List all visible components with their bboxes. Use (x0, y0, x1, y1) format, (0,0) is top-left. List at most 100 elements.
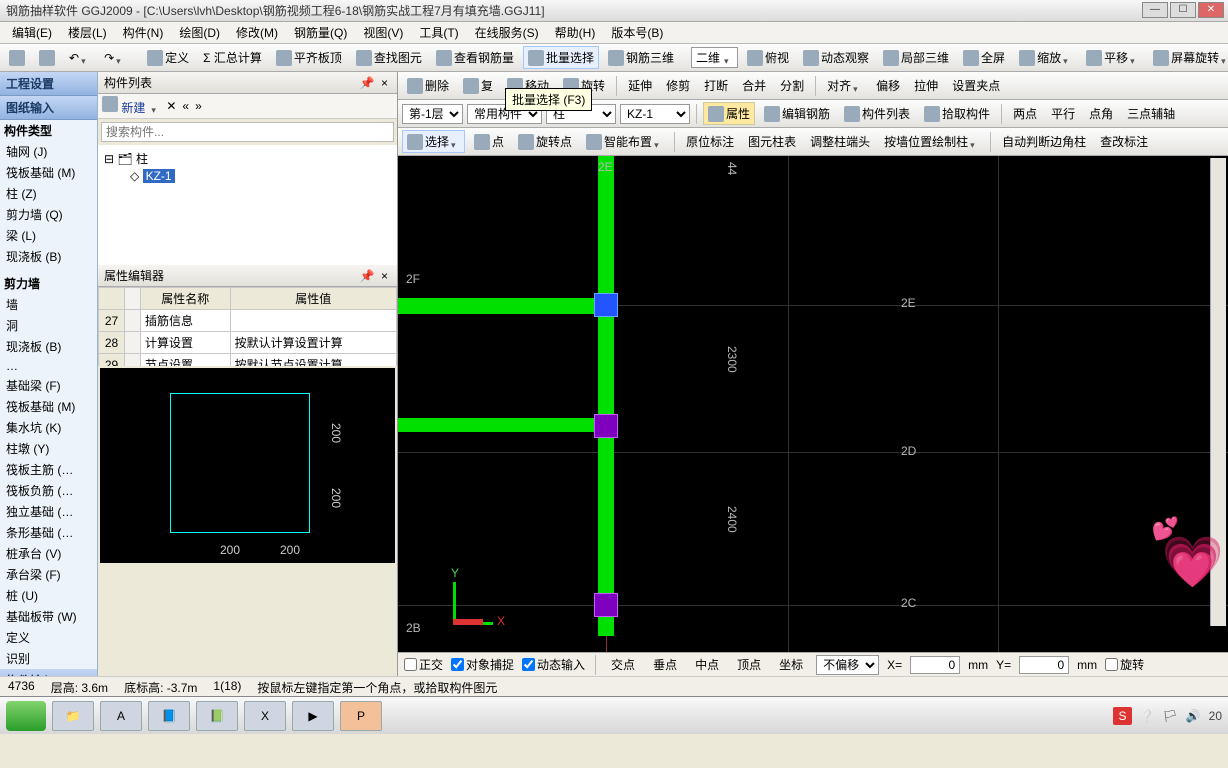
save-button[interactable] (34, 47, 60, 69)
menu-tools[interactable]: 工具(T) (411, 22, 466, 43)
nav-item[interactable]: … (0, 357, 97, 375)
menu-rebar[interactable]: 钢筋量(Q) (286, 22, 355, 43)
close-button[interactable]: ✕ (1198, 2, 1224, 18)
column-purple[interactable] (594, 593, 618, 617)
menu-version[interactable]: 版本号(B) (603, 22, 671, 43)
rebar-3d-button[interactable]: 钢筋三维 (603, 46, 679, 69)
prop-val[interactable]: 按默认计算设置计算 (230, 332, 396, 354)
nav-item[interactable]: 轴网 (J) (0, 141, 97, 162)
nav-item[interactable]: 洞 (0, 315, 97, 336)
nav-item[interactable]: 集水坑 (K) (0, 417, 97, 438)
col-end-button[interactable]: 调整柱端头 (805, 130, 875, 153)
menu-draw[interactable]: 绘图(D) (171, 22, 228, 43)
find-elem-button[interactable]: 查找图元 (351, 46, 427, 69)
nav-item[interactable]: 筏板基础 (M) (0, 396, 97, 417)
nav-item[interactable]: 墙 (0, 294, 97, 315)
menu-edit[interactable]: 编辑(E) (4, 22, 60, 43)
nav-item[interactable]: 柱 (Z) (0, 183, 97, 204)
auto-corner-button[interactable]: 自动判断边角柱 (997, 130, 1091, 153)
local-3d-button[interactable]: 局部三维 (878, 46, 954, 69)
delete-button[interactable]: 删除 (402, 74, 454, 97)
nav-item[interactable]: 定义 (0, 627, 97, 648)
menu-online[interactable]: 在线服务(S) (467, 22, 547, 43)
tray-ime-icon[interactable]: S (1113, 707, 1131, 725)
nav-item[interactable]: 柱墩 (Y) (0, 438, 97, 459)
nav-item[interactable]: 承台梁 (F) (0, 564, 97, 585)
task-explorer[interactable]: 📁 (52, 701, 94, 731)
nav-item[interactable]: 条形基础 (… (0, 522, 97, 543)
snap-coord[interactable]: 坐标 (774, 653, 808, 676)
component-tree[interactable]: ⊟ 🗂 柱 ◇ KZ-1 (98, 145, 397, 265)
dyninput-toggle[interactable]: 动态输入 (522, 656, 585, 673)
flat-top-button[interactable]: 平齐板顶 (271, 46, 347, 69)
nav-item[interactable]: 筏板负筋 (… (0, 480, 97, 501)
nav-item[interactable]: 现浇板 (B) (0, 336, 97, 357)
drawing-canvas[interactable]: 2E 2F 2E 2D 2C 2B 44 2300 2400 X Y (398, 156, 1228, 652)
dynamic-view-button[interactable]: 动态观察 (798, 46, 874, 69)
tray-flag-icon[interactable]: 🏳 (1162, 709, 1177, 723)
pan-button[interactable]: 平移 (1081, 46, 1144, 69)
pin-icon[interactable]: 📌 (360, 269, 375, 283)
menu-help[interactable]: 帮助(H) (547, 22, 604, 43)
nav-item[interactable]: 现浇板 (B) (0, 246, 97, 267)
task-excel[interactable]: X (244, 701, 286, 731)
column-purple[interactable] (594, 414, 618, 438)
task-app3[interactable]: 📗 (196, 701, 238, 731)
prop-name[interactable]: 节点设置 (141, 354, 231, 367)
close-panel-button[interactable]: × (378, 269, 391, 283)
fullscreen-button[interactable]: 全屏 (958, 46, 1010, 69)
tree-root[interactable]: 柱 (136, 152, 148, 166)
nav-item[interactable]: 桩 (U) (0, 585, 97, 606)
nav-item[interactable]: 基础梁 (F) (0, 375, 97, 396)
define-button[interactable]: 定义 (142, 46, 194, 69)
task-app2[interactable]: 📘 (148, 701, 190, 731)
split-button[interactable]: 分割 (775, 74, 809, 97)
column-blue[interactable] (594, 293, 618, 317)
rotate-toggle[interactable]: 旋转 (1105, 656, 1144, 673)
menu-floor[interactable]: 楼层(L) (60, 22, 115, 43)
name-combo[interactable]: KZ-1 (620, 104, 690, 124)
extend-button[interactable]: 延伸 (623, 74, 657, 97)
search-input[interactable] (101, 122, 394, 142)
batch-select-button[interactable]: 批量选择 (523, 46, 599, 69)
nav-item[interactable]: 剪力墙 (Q) (0, 204, 97, 225)
minimize-button[interactable]: — (1142, 2, 1168, 18)
prop-val[interactable]: 按默认节点设置计算 (230, 354, 396, 367)
tree-selected-item[interactable]: KZ-1 (143, 169, 175, 183)
arrow-right-icon[interactable]: » (195, 99, 202, 113)
floor-combo[interactable]: 第-1层 (402, 104, 463, 124)
nav-project-settings[interactable]: 工程设置 (0, 72, 97, 96)
screen-rotate-button[interactable]: 屏幕旋转 (1148, 46, 1228, 69)
sum-calc-button[interactable]: Σ 汇总计算 (198, 46, 267, 69)
nav-item[interactable]: 桩承台 (V) (0, 543, 97, 564)
smart-layout-button[interactable]: 智能布置 (581, 130, 668, 153)
menu-view[interactable]: 视图(V) (355, 22, 411, 43)
undo-button[interactable]: ↶ (64, 48, 95, 68)
new-component-button[interactable]: 新建 (102, 96, 145, 116)
offset-button[interactable]: 偏移 (871, 74, 905, 97)
align-button[interactable]: 对齐 (822, 74, 867, 97)
edit-rebar-button[interactable]: 编辑钢筋 (759, 102, 835, 125)
task-media[interactable]: ▶ (292, 701, 334, 731)
tray-vol-icon[interactable]: 🔊 (1186, 709, 1201, 723)
parallel-button[interactable]: 平行 (1046, 102, 1080, 125)
prop-name[interactable]: 计算设置 (141, 332, 231, 354)
snap-perp[interactable]: 垂点 (648, 653, 682, 676)
task-app1[interactable]: A (100, 701, 142, 731)
attribute-button[interactable]: 属性 (703, 102, 755, 125)
check-annot-button[interactable]: 查改标注 (1095, 130, 1153, 153)
ortho-toggle[interactable]: 正交 (404, 656, 443, 673)
start-button[interactable] (6, 701, 46, 731)
zoom-button[interactable]: 缩放 (1014, 46, 1077, 69)
offset-combo[interactable]: 不偏移 (816, 655, 879, 675)
nav-component-input[interactable]: 构件输入 (0, 669, 97, 676)
nav-drawing-input[interactable]: 图纸输入 (0, 96, 97, 120)
merge-button[interactable]: 合并 (737, 74, 771, 97)
trim-button[interactable]: 修剪 (661, 74, 695, 97)
delete-component-button[interactable]: ✕ (166, 99, 176, 113)
nav-item[interactable]: 识别 (0, 648, 97, 669)
view-2d-combo[interactable]: 二维 (691, 47, 738, 68)
break-button[interactable]: 打断 (699, 74, 733, 97)
pin-icon[interactable]: 📌 (360, 76, 375, 90)
top-view-button[interactable]: 俯视 (742, 46, 794, 69)
